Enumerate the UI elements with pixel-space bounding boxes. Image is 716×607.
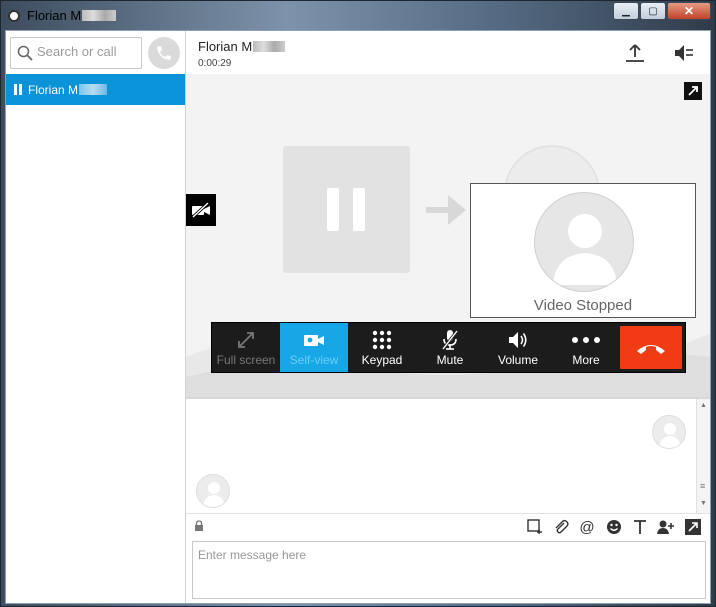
sidebar: Florian M [6,31,186,603]
emoticon-button[interactable] [604,518,624,536]
search-input[interactable] [37,44,137,59]
keypad-icon [372,330,392,350]
message-box[interactable] [192,541,706,599]
person-silhouette-icon [203,482,225,507]
close-icon: ✕ [683,4,695,18]
at-sign-icon: @ [579,518,595,536]
call-contact-name: Florian M [198,39,286,54]
speaker-settings-icon [675,45,693,61]
fullscreen-button[interactable]: Full screen [212,323,280,372]
message-input[interactable] [198,548,698,592]
chat-history[interactable]: ▲ ≡ ▼ [186,399,710,513]
lock-icon [195,520,203,531]
chat-scrollbar[interactable]: ▲ ≡ ▼ [696,399,710,513]
app-icon [8,10,20,22]
add-person-icon [657,520,674,534]
more-dots-icon [572,337,600,343]
chat-avatar-remote [652,415,686,449]
text-format-icon [634,520,646,534]
attach-file-button[interactable] [551,518,571,536]
screenshot-button[interactable] [525,518,545,536]
video-stage: Video Stopped Full screen Self-view Keyp… [186,74,710,397]
arrow-right-icon [426,195,466,225]
upload-icon [626,44,644,62]
close-button[interactable]: ✕ [667,2,711,20]
popout-button[interactable] [684,82,702,100]
scroll-grip-icon[interactable]: ≡ [700,481,705,491]
compose-toolbar: @ [186,513,710,539]
end-call-icon [637,344,665,354]
screenshot-icon [527,519,542,534]
window-title: Florian M [27,8,117,23]
self-view-button[interactable]: Self-view [280,323,348,372]
maximize-icon: ▢ [648,5,658,17]
text-format-button[interactable] [630,518,650,536]
expand-chat-button[interactable] [683,518,703,536]
search-box[interactable] [10,37,142,69]
mention-button[interactable]: @ [577,518,597,536]
more-button[interactable]: More [552,323,620,372]
camera-off-icon [191,202,210,218]
camera-icon [304,335,324,346]
minimize-button[interactable]: ▁ [613,2,639,20]
contact-name: Florian M [28,83,108,97]
volume-button[interactable]: Volume [484,323,552,372]
sidebar-item-contact[interactable]: Florian M [6,74,185,105]
expand-arrow-icon [685,519,701,535]
mute-button[interactable]: Mute [416,323,484,372]
person-silhouette-icon [553,214,617,285]
call-button[interactable] [148,37,180,69]
speaker-icon [509,332,527,348]
keypad-button[interactable]: Keypad [348,323,416,372]
minimize-icon: ▁ [622,5,630,17]
phone-icon [157,46,171,60]
call-panel: Florian M 0:00:29 Video Stopped Full scr… [186,31,710,603]
add-contact-button[interactable] [656,518,676,536]
person-silhouette-icon [659,423,681,448]
expand-arrow-icon [688,86,698,96]
call-duration: 0:00:29 [198,58,232,69]
video-off-button[interactable] [186,194,216,226]
maximize-button[interactable]: ▢ [640,2,666,20]
call-toolbar: Full screen Self-view Keypad Mute Volume… [211,322,686,373]
search-icon [17,45,33,61]
app-window: Florian M ▁ ▢ ✕ Florian [0,0,716,607]
pause-icon [14,84,22,95]
client-area: Florian M Florian M 0:00:29 [5,30,711,604]
call-on-hold-indicator [283,146,410,273]
scroll-down-icon[interactable]: ▼ [700,500,707,507]
user-avatar [534,192,634,292]
fullscreen-icon [238,332,254,348]
title-bar[interactable]: Florian M ▁ ▢ ✕ [1,1,715,30]
microphone-muted-icon [441,330,459,350]
call-header: Florian M 0:00:29 [186,31,710,74]
audio-settings-button[interactable] [671,40,697,66]
paperclip-icon [555,519,569,534]
scroll-up-icon[interactable]: ▲ [700,402,707,409]
smiley-icon [607,520,621,534]
hang-up-button[interactable] [620,326,682,369]
video-status-label: Video Stopped [533,297,633,314]
share-button[interactable] [622,40,648,66]
self-view-window[interactable]: Video Stopped [470,183,696,318]
chat-avatar-self [196,474,230,508]
